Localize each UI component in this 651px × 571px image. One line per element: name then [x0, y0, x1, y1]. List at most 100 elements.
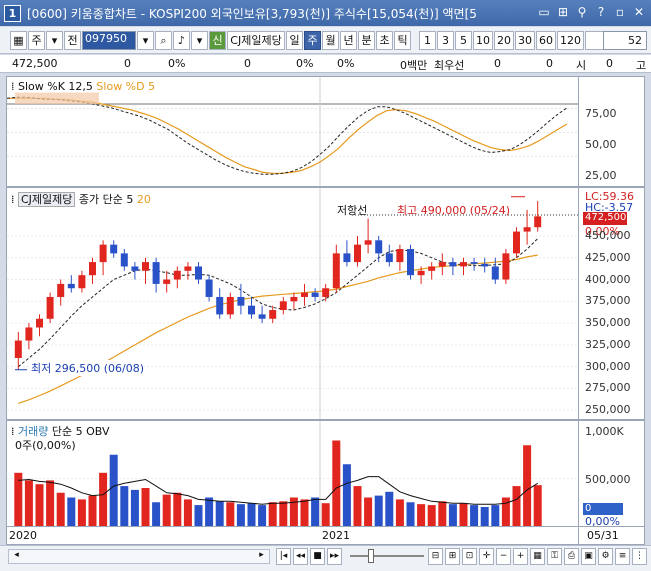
code-dropdown-icon[interactable]: ▾ — [137, 30, 154, 50]
amount-value: 0백만 — [400, 59, 428, 72]
grid-icon[interactable]: ▦ — [530, 548, 545, 565]
volume-panel[interactable]: ⁞ 거래량 단순 5 OBV 0주(0,00%) — [6, 420, 579, 527]
price-axis-label: 400,000 — [585, 272, 631, 286]
volume-bar — [311, 497, 320, 526]
vol-axis-500k: 500,000 — [585, 473, 631, 486]
speed-handle[interactable] — [368, 549, 374, 563]
search-icon[interactable]: ⌕ — [155, 30, 172, 50]
scrollbar[interactable]: ◂ ▸ — [8, 549, 270, 564]
volume-bar — [236, 504, 245, 526]
interval-button-30[interactable]: 30 — [515, 30, 535, 50]
candlestick-chart — [7, 188, 578, 419]
interval-button-20[interactable]: 20 — [494, 30, 514, 50]
volume-bar — [226, 502, 235, 526]
candle-body — [269, 310, 277, 319]
volume-bar — [417, 504, 426, 526]
print-icon[interactable]: ⎙ — [564, 548, 579, 565]
sound-icon[interactable]: ♪ — [173, 30, 190, 50]
interval-button-1[interactable]: 1 — [419, 30, 436, 50]
ma-value: 20 — [136, 193, 151, 206]
sound-dropdown-icon[interactable]: ▾ — [191, 30, 208, 50]
save-icon[interactable]: ▣ — [581, 548, 596, 565]
play-back-icon[interactable]: ◂◂ — [293, 548, 308, 565]
scroll-left-icon[interactable]: ◂ — [9, 550, 24, 563]
list-icon[interactable]: ≡ — [615, 548, 630, 565]
new-toggle[interactable]: 신 — [209, 30, 226, 50]
candle-body — [216, 296, 224, 315]
price-axis-label: 425,000 — [585, 250, 631, 264]
candle-body — [311, 292, 319, 297]
stock-name-tag[interactable]: CJ제일제당 — [18, 192, 76, 207]
period-tab-1[interactable]: 주 — [304, 30, 321, 50]
interval-button-60[interactable]: 60 — [536, 30, 556, 50]
stochastic-panel[interactable]: ⁞ Slow %K 12,5 Slow %D 5 — [6, 76, 579, 187]
candle-body — [14, 340, 22, 358]
scroll-right-icon[interactable]: ▸ — [254, 550, 269, 563]
volume-axis: 1,000K 500,000 0 0,00% — [579, 420, 645, 528]
period-tab-5[interactable]: 초 — [376, 30, 393, 50]
minimize-icon[interactable]: ▭ — [536, 4, 552, 20]
speed-slider[interactable] — [350, 555, 424, 557]
last-date: 05/31 — [587, 529, 619, 542]
candle-body — [258, 314, 266, 319]
first-icon[interactable]: |◂ — [276, 548, 291, 565]
period-tab-4[interactable]: 분 — [358, 30, 375, 50]
period-tab-6[interactable]: 틱 — [394, 30, 411, 50]
zoom-input[interactable]: 52 — [603, 31, 647, 50]
volume-percent: 0% — [296, 57, 314, 70]
volume-bar — [247, 503, 256, 526]
candle-body — [205, 279, 213, 297]
volume-bar — [215, 501, 224, 526]
candle-body — [290, 296, 298, 302]
legend-icon: ⁞ — [11, 193, 15, 206]
stock-code-input[interactable]: 097950 — [82, 30, 136, 50]
volume-bar — [130, 489, 139, 526]
interval-button-3[interactable]: 3 — [437, 30, 454, 50]
zoom-in-icon[interactable]: ⊞ — [445, 548, 460, 565]
period-tab-2[interactable]: 월 — [322, 30, 339, 50]
fit-icon[interactable]: ⊡ — [462, 548, 477, 565]
settings-icon[interactable]: ⚙ — [598, 548, 613, 565]
close-icon[interactable]: ✕ — [631, 4, 647, 20]
play-forward-icon[interactable]: ▸▸ — [327, 548, 342, 565]
volume-bar — [321, 503, 330, 526]
volume-bar — [109, 454, 118, 526]
volume-bar — [374, 495, 383, 526]
stop-icon[interactable]: ■ — [310, 548, 325, 565]
price-panel[interactable]: ⁞ CJ제일제당 종가 단순 5 20 저항선 최고 490,000 (05/2… — [6, 187, 579, 420]
zoom-out-icon[interactable]: ⊟ — [428, 548, 443, 565]
interval-button-10[interactable]: 10 — [473, 30, 493, 50]
interval-button-120[interactable]: 120 — [557, 30, 584, 50]
candle-body — [481, 263, 489, 267]
slowd-line — [7, 97, 568, 174]
period-tab-0[interactable]: 일 — [286, 30, 303, 50]
toolbar: ▦ 주 ▾ 전 097950 ▾ ⌕ ♪ ▾ 신 CJ제일제당 일주월년분초틱 … — [0, 27, 651, 54]
price-axis-label: 275,000 — [585, 381, 631, 395]
period-label[interactable]: 전 — [64, 30, 81, 50]
interval-button-5[interactable]: 5 — [455, 30, 472, 50]
volume-bar — [523, 445, 532, 526]
high-label: 고 — [636, 59, 647, 72]
resistance-label: 저항선 — [337, 204, 368, 217]
ma20-line — [18, 254, 538, 404]
maximize-icon[interactable]: ⊞ — [555, 4, 571, 20]
dropdown-icon[interactable]: ▾ — [46, 30, 63, 50]
crosshair-icon[interactable]: ✛ — [479, 548, 494, 565]
stock-type-select[interactable]: 주 — [28, 30, 45, 50]
minus-icon[interactable]: − — [496, 548, 511, 565]
title-bar: 1 [0600] 키움종합차트 - KOSPI200 외국인보유[3,793(천… — [0, 0, 651, 26]
volume-bar — [332, 440, 341, 526]
volume-bar — [427, 505, 436, 526]
pin-icon[interactable]: ⚲ — [574, 4, 590, 20]
menu-icon[interactable]: ⋮ — [632, 548, 647, 565]
help-icon[interactable]: ? — [593, 4, 609, 20]
lock-icon[interactable]: ⚿ — [547, 548, 562, 565]
candle-body — [248, 305, 255, 315]
price-axis-label: 350,000 — [585, 316, 631, 330]
period-tab-3[interactable]: 년 — [340, 30, 357, 50]
candle-body — [120, 253, 128, 267]
restore-icon[interactable]: ▫ — [612, 4, 628, 20]
volume-value: 0 — [244, 57, 251, 70]
plus-icon[interactable]: + — [513, 548, 528, 565]
chart-settings-button[interactable]: ▦ — [10, 30, 27, 50]
